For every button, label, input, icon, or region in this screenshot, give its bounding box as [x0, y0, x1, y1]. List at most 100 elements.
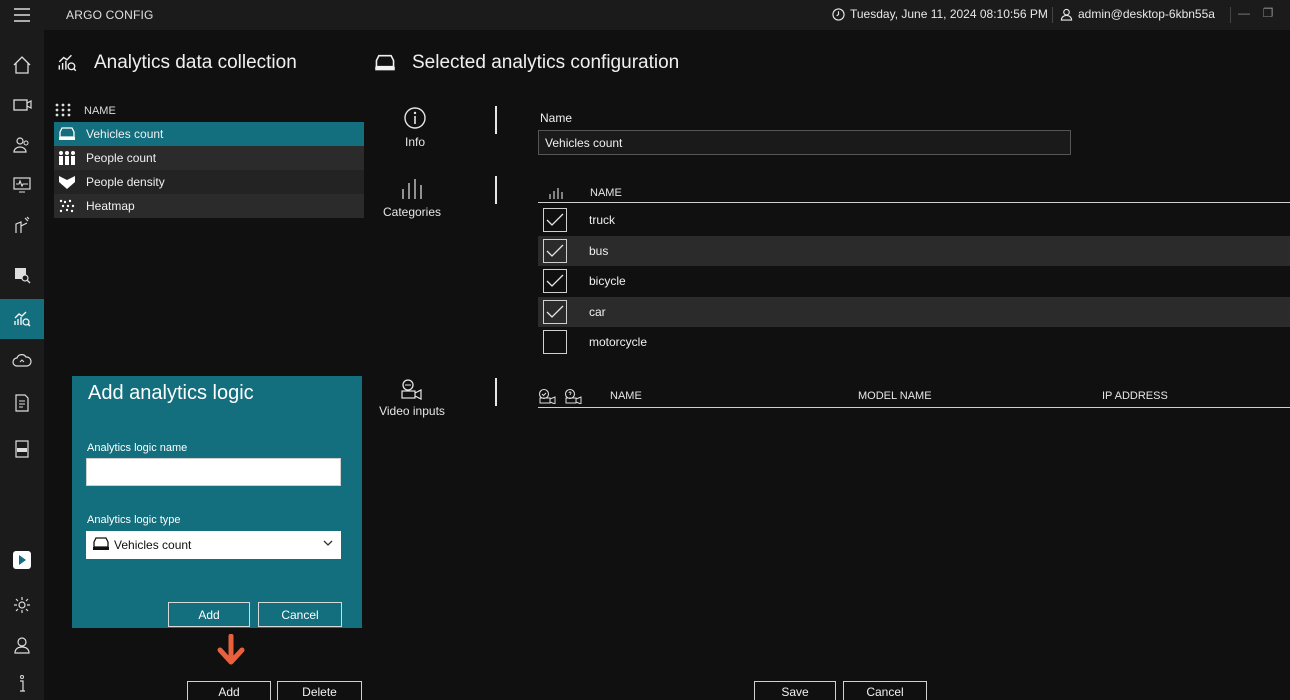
camera-check-icon [538, 388, 556, 404]
logic-name-input[interactable] [86, 458, 341, 486]
app-title: ARGO CONFIG [66, 8, 154, 22]
name-field[interactable]: Vehicles count [538, 130, 1071, 155]
section-video-inputs[interactable]: Video inputs [376, 378, 448, 418]
list-header: NAME [54, 100, 364, 122]
check-icon [546, 305, 564, 318]
category-checkbox[interactable] [543, 208, 567, 233]
list-item[interactable]: People count [54, 146, 364, 170]
nav-cloud[interactable] [0, 342, 44, 380]
category-row[interactable]: bicycle [538, 266, 1290, 297]
vehicles-icon [92, 536, 110, 555]
video-camera-icon [401, 379, 422, 400]
left-panel-title: Analytics data collection [94, 52, 297, 73]
navigation-rail [0, 0, 44, 700]
monitor-icon [13, 177, 31, 193]
log-icon [15, 440, 29, 458]
nav-home[interactable] [0, 46, 44, 84]
right-panel-header: Selected analytics configuration [374, 52, 679, 74]
info-circle-icon [404, 107, 426, 129]
people-density-icon [56, 174, 78, 190]
analytics-list: Vehicles count People count People densi… [54, 122, 364, 218]
add-button[interactable]: Add [187, 681, 271, 700]
nav-search[interactable] [0, 256, 44, 294]
category-checkbox[interactable] [543, 299, 567, 324]
analytics-icon [14, 311, 31, 327]
section-info-label: Info [404, 135, 425, 149]
user-icon [1060, 8, 1073, 21]
search-person-icon [15, 268, 31, 284]
hamburger-menu-button[interactable] [0, 0, 44, 30]
list-item[interactable]: Heatmap [54, 194, 364, 218]
add-analytics-logic-dialog: Add analytics logic Analytics logic name… [72, 376, 362, 628]
vehicles-icon [375, 54, 395, 71]
list-item-label: People density [86, 175, 165, 189]
nav-about[interactable] [0, 664, 44, 700]
bar-chart-icon [549, 187, 563, 199]
list-item-label: Heatmap [86, 199, 135, 213]
category-checkbox[interactable] [543, 330, 567, 355]
user-name: admin@desktop-6kbn55a [1078, 7, 1215, 21]
logic-name-label: Analytics logic name [87, 442, 188, 454]
dialog-add-button[interactable]: Add [168, 602, 250, 627]
delete-button[interactable]: Delete [277, 681, 362, 700]
user-menu[interactable]: admin@desktop-6kbn55a [1060, 7, 1215, 21]
logic-type-value: Vehicles count [114, 538, 192, 552]
minimize-button[interactable]: — [1236, 6, 1252, 24]
dialog-title: Add analytics logic [88, 382, 254, 404]
category-checkbox[interactable] [543, 238, 567, 263]
list-item-label: People count [86, 151, 157, 165]
chevron-down-icon [323, 537, 333, 551]
logic-type-label: Analytics logic type [87, 514, 181, 526]
datetime-display: Tuesday, June 11, 2024 08:10:56 PM [832, 7, 1048, 21]
category-row[interactable]: car [538, 296, 1290, 327]
nav-logs[interactable] [0, 430, 44, 468]
account-icon [14, 637, 30, 654]
nav-cameras[interactable] [0, 86, 44, 124]
nav-reports[interactable] [0, 384, 44, 422]
nav-account[interactable] [0, 626, 44, 664]
dialog-cancel-button[interactable]: Cancel [258, 602, 342, 627]
nav-player[interactable] [0, 541, 44, 579]
right-panel-title: Selected analytics configuration [412, 52, 680, 73]
nav-analytics[interactable] [0, 299, 44, 339]
category-row[interactable]: truck [538, 205, 1290, 236]
video-column-ip-address: IP ADDRESS [1102, 390, 1168, 402]
nav-settings[interactable] [0, 586, 44, 624]
list-item-label: Vehicles count [86, 127, 164, 141]
datetime-text: Tuesday, June 11, 2024 08:10:56 PM [850, 7, 1048, 21]
section-info[interactable]: Info [385, 106, 445, 149]
category-label: motorcycle [589, 335, 648, 350]
list-item[interactable]: People density [54, 170, 364, 194]
category-checkbox[interactable] [543, 269, 567, 294]
left-panel-header: Analytics data collection [56, 52, 297, 74]
divider [495, 378, 497, 406]
cancel-button[interactable]: Cancel [843, 681, 927, 700]
name-label: Name [540, 111, 573, 125]
home-icon [13, 56, 31, 74]
divider [495, 106, 497, 134]
camera-question-icon [564, 388, 582, 404]
list-item[interactable]: Vehicles count [54, 122, 364, 146]
people-count-icon [56, 150, 78, 166]
nav-monitoring[interactable] [0, 166, 44, 204]
title-bar: ARGO CONFIG Tuesday, June 11, 2024 08:10… [0, 0, 1290, 30]
users-icon [13, 137, 29, 153]
grid-dots-icon [54, 102, 76, 121]
pointer-arrow-icon [217, 634, 245, 665]
categories-column-name: NAME [590, 186, 622, 199]
check-icon [546, 274, 564, 288]
section-categories[interactable]: Categories [380, 177, 444, 219]
cloud-sync-icon [12, 354, 32, 367]
divider [495, 176, 497, 204]
restore-button[interactable]: ❐ [1260, 6, 1276, 24]
save-button[interactable]: Save [754, 681, 836, 700]
category-row[interactable]: bus [538, 235, 1290, 266]
divider [1230, 7, 1231, 23]
category-label: bicycle [589, 274, 626, 289]
nav-users[interactable] [0, 126, 44, 164]
hamburger-menu-icon [14, 8, 30, 22]
check-icon [546, 213, 564, 227]
nav-sensors[interactable] [0, 206, 44, 244]
logic-type-select[interactable]: Vehicles count [86, 531, 341, 559]
category-row[interactable]: motorcycle [538, 327, 1290, 358]
